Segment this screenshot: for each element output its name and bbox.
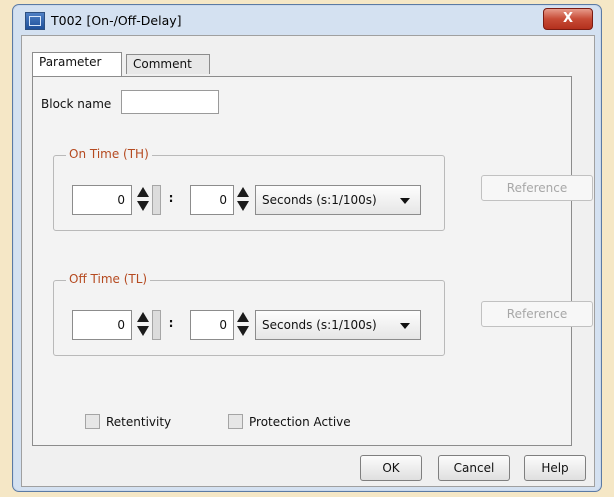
on-time-colon: : bbox=[168, 191, 174, 205]
dialog-client: Parameter Comment Block name On Time (TH… bbox=[21, 35, 595, 487]
protection-active-label: Protection Active bbox=[249, 414, 351, 429]
retentivity-checkbox[interactable]: Retentivity bbox=[85, 414, 171, 430]
cancel-button[interactable]: Cancel bbox=[438, 455, 510, 481]
spin-down-icon[interactable] bbox=[137, 201, 149, 211]
on-time-scroll-1[interactable] bbox=[152, 185, 161, 215]
window-title: T002 [On-/Off-Delay] bbox=[51, 13, 182, 28]
on-time-legend: On Time (TH) bbox=[66, 147, 152, 161]
off-time-scroll-1[interactable] bbox=[152, 310, 161, 340]
on-time-spinner-1[interactable] bbox=[134, 183, 152, 216]
on-time-value-1[interactable]: 0 bbox=[72, 185, 132, 215]
spin-up-icon[interactable] bbox=[137, 312, 149, 322]
spin-up-icon[interactable] bbox=[237, 312, 249, 322]
off-time-unit-value: Seconds (s:1/100s) bbox=[262, 318, 377, 332]
off-time-spinner-1[interactable] bbox=[134, 308, 152, 341]
on-time-spinner-2[interactable] bbox=[234, 183, 252, 216]
spin-up-icon[interactable] bbox=[237, 187, 249, 197]
off-time-reference-button[interactable]: Reference bbox=[481, 301, 593, 327]
spin-down-icon[interactable] bbox=[237, 201, 249, 211]
protection-active-checkbox[interactable]: Protection Active bbox=[228, 414, 351, 430]
checkbox-box-icon[interactable] bbox=[228, 414, 243, 429]
block-name-input[interactable] bbox=[121, 90, 219, 114]
spin-down-icon[interactable] bbox=[137, 326, 149, 336]
spin-up-icon[interactable] bbox=[137, 187, 149, 197]
parameter-panel: Block name On Time (TH) 0 : 0 Seconds (s… bbox=[32, 76, 593, 446]
on-time-unit-select[interactable]: Seconds (s:1/100s) bbox=[255, 185, 421, 215]
dialog-window: T002 [On-/Off-Delay] X Parameter Comment… bbox=[12, 4, 602, 492]
help-button[interactable]: Help bbox=[524, 455, 586, 481]
off-time-colon: : bbox=[168, 316, 174, 330]
chevron-down-icon[interactable] bbox=[400, 323, 410, 329]
checkbox-box-icon[interactable] bbox=[85, 414, 100, 429]
off-time-unit-select[interactable]: Seconds (s:1/100s) bbox=[255, 310, 421, 340]
spin-down-icon[interactable] bbox=[237, 326, 249, 336]
off-time-group: Off Time (TL) 0 : 0 Seconds (s:1/100s) bbox=[53, 272, 445, 356]
block-name-label: Block name bbox=[41, 97, 112, 111]
tab-comment[interactable]: Comment bbox=[126, 54, 210, 74]
on-time-unit-value: Seconds (s:1/100s) bbox=[262, 193, 377, 207]
on-time-reference-button[interactable]: Reference bbox=[481, 175, 593, 201]
app-icon bbox=[25, 12, 45, 30]
off-time-value-1[interactable]: 0 bbox=[72, 310, 132, 340]
chevron-down-icon[interactable] bbox=[400, 198, 410, 204]
on-time-value-2[interactable]: 0 bbox=[190, 185, 234, 215]
title-bar[interactable]: T002 [On-/Off-Delay] X bbox=[13, 5, 601, 35]
retentivity-label: Retentivity bbox=[106, 414, 172, 429]
ok-button[interactable]: OK bbox=[360, 455, 422, 481]
off-time-legend: Off Time (TL) bbox=[66, 272, 151, 286]
close-button[interactable]: X bbox=[543, 8, 593, 30]
tab-parameter[interactable]: Parameter bbox=[32, 52, 122, 76]
off-time-value-2[interactable]: 0 bbox=[190, 310, 234, 340]
off-time-spinner-2[interactable] bbox=[234, 308, 252, 341]
on-time-group: On Time (TH) 0 : 0 Seconds (s:1/100s) bbox=[53, 147, 445, 231]
